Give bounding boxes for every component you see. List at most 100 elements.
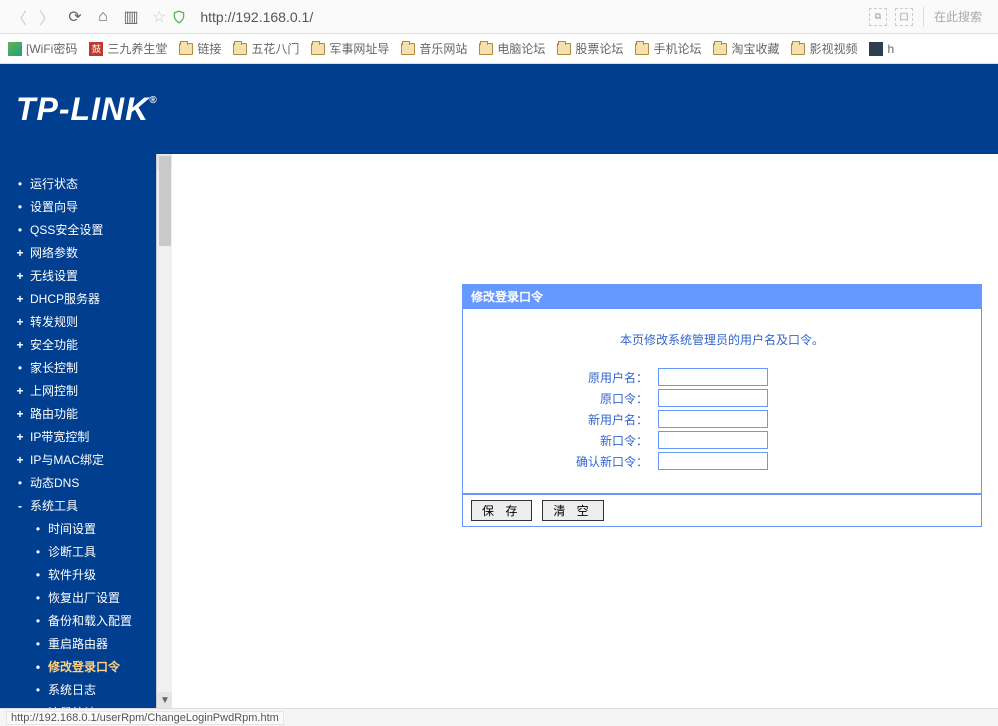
folder-icon <box>233 43 247 55</box>
sidebar-subitem[interactable]: 系统日志 <box>34 678 172 701</box>
dot-icon <box>16 476 24 490</box>
bookmark-item[interactable]: 军事网址导 <box>311 40 389 57</box>
sidebar-subitem-label: 修改登录口令 <box>48 658 120 675</box>
sidebar-scrollbar[interactable]: ▲ ▼ <box>156 154 172 708</box>
sidebar-subitem-label: 恢复出厂设置 <box>48 589 120 606</box>
clear-button[interactable]: 清 空 <box>542 500 603 521</box>
scroll-thumb[interactable] <box>159 156 171 246</box>
sidebar-item[interactable]: 动态DNS <box>16 471 172 494</box>
sidebar-item-label: QSS安全设置 <box>30 221 103 238</box>
sidebar-item[interactable]: 运行状态 <box>16 172 172 195</box>
forward-button[interactable]: 〉 <box>34 4 60 30</box>
extension-icon-2[interactable]: 囗 <box>895 8 913 26</box>
sidebar-subitem[interactable]: 重启路由器 <box>34 632 172 655</box>
bookmark-label: 军事网址导 <box>329 40 389 57</box>
sidebar-item[interactable]: +IP与MAC绑定 <box>16 448 172 471</box>
bookmark-item[interactable]: 手机论坛 <box>635 40 701 57</box>
bookmark-item[interactable]: h <box>869 42 894 56</box>
sidebar-item[interactable]: +DHCP服务器 <box>16 287 172 310</box>
dot-icon <box>34 706 42 709</box>
extension-icon-1[interactable]: ⧉ <box>869 8 887 26</box>
header: TP-LINK® <box>0 64 998 154</box>
sidebar-subitem-label: 时间设置 <box>48 520 96 537</box>
bookmark-item[interactable]: [WiFi密码 <box>8 40 77 57</box>
sidebar-item-label: 运行状态 <box>30 175 78 192</box>
sidebar-item[interactable]: +路由功能 <box>16 402 172 425</box>
bookmark-item[interactable]: 音乐网站 <box>401 40 467 57</box>
plus-icon: + <box>16 384 24 398</box>
bookmark-label: 股票论坛 <box>575 40 623 57</box>
dot-icon <box>34 660 42 674</box>
new-username-input[interactable] <box>658 410 768 428</box>
bookmark-item[interactable]: 淘宝收藏 <box>713 40 779 57</box>
sidebar-item[interactable]: 设置向导 <box>16 195 172 218</box>
sidebar-item[interactable]: +上网控制 <box>16 379 172 402</box>
sidebar-item-label: 路由功能 <box>30 405 78 422</box>
bookmark-label: [WiFi密码 <box>26 40 77 57</box>
sidebar-subitem[interactable]: 修改登录口令 <box>34 655 172 678</box>
confirm-password-input[interactable] <box>658 452 768 470</box>
sidebar-subitem[interactable]: 时间设置 <box>34 517 172 540</box>
sidebar-subitem-label: 重启路由器 <box>48 635 108 652</box>
bookmark-label: 三九养生堂 <box>107 40 167 57</box>
sidebar-subitem[interactable]: 恢复出厂设置 <box>34 586 172 609</box>
bookmark-label: 手机论坛 <box>653 40 701 57</box>
plus-icon: + <box>16 338 24 352</box>
sidebar-subitem[interactable]: 诊断工具 <box>34 540 172 563</box>
sidebar-item-label: 网络参数 <box>30 244 78 261</box>
sidebar-item[interactable]: +IP带宽控制 <box>16 425 172 448</box>
url-bar[interactable]: http://192.168.0.1/ <box>200 9 313 25</box>
sidebar-subitem[interactable]: 软件升级 <box>34 563 172 586</box>
sidebar-subitem-label: 流量统计 <box>48 704 96 708</box>
plus-icon: + <box>16 453 24 467</box>
minus-icon: - <box>16 499 24 513</box>
status-bar: http://192.168.0.1/userRpm/ChangeLoginPw… <box>0 708 998 726</box>
sidebar-item[interactable]: 家长控制 <box>16 356 172 379</box>
bookmark-item[interactable]: 股票论坛 <box>557 40 623 57</box>
new-password-label: 新口令： <box>538 432 658 449</box>
sidebar-item[interactable]: +无线设置 <box>16 264 172 287</box>
home-button[interactable]: ⌂ <box>90 4 116 30</box>
sidebar-subitem-label: 备份和载入配置 <box>48 612 132 629</box>
bookmark-item[interactable]: 链接 <box>179 40 221 57</box>
sidebar-item[interactable]: +安全功能 <box>16 333 172 356</box>
folder-icon <box>179 43 193 55</box>
search-box[interactable]: 在此搜索 <box>934 8 982 25</box>
panel-title: 修改登录口令 <box>462 284 982 309</box>
confirm-password-label: 确认新口令： <box>538 453 658 470</box>
logo: TP-LINK® <box>16 91 158 128</box>
folder-icon <box>791 43 805 55</box>
bookmark-item[interactable]: 电脑论坛 <box>479 40 545 57</box>
dot-icon <box>16 223 24 237</box>
bookmark-label: 淘宝收藏 <box>731 40 779 57</box>
shield-icon[interactable] <box>172 10 186 24</box>
status-text: http://192.168.0.1/userRpm/ChangeLoginPw… <box>6 711 284 725</box>
reload-button[interactable]: ⟳ <box>62 4 88 30</box>
old-username-input[interactable] <box>658 368 768 386</box>
bookmark-item[interactable]: 五花八门 <box>233 40 299 57</box>
back-button[interactable]: 〈 <box>6 4 32 30</box>
sidebar-subitem-label: 诊断工具 <box>48 543 96 560</box>
sidebar-item[interactable]: +网络参数 <box>16 241 172 264</box>
sidebar-item-label: 系统工具 <box>30 497 78 514</box>
sidebar-item[interactable]: -系统工具 <box>16 494 172 517</box>
bookmark-item[interactable]: 鼓三九养生堂 <box>89 40 167 57</box>
new-password-input[interactable] <box>658 431 768 449</box>
sidebar-subitem[interactable]: 备份和载入配置 <box>34 609 172 632</box>
scroll-down-arrow[interactable]: ▼ <box>157 692 172 708</box>
favicon-icon <box>8 42 22 56</box>
bookmark-item[interactable]: 影视视频 <box>791 40 857 57</box>
save-button[interactable]: 保 存 <box>471 500 532 521</box>
bookmark-label: 链接 <box>197 40 221 57</box>
bookmark-star-icon[interactable]: ☆ <box>152 7 166 27</box>
bookmark-label: 影视视频 <box>809 40 857 57</box>
old-password-input[interactable] <box>658 389 768 407</box>
sidebar-item[interactable]: +转发规则 <box>16 310 172 333</box>
bookmarks-bar: [WiFi密码 鼓三九养生堂 链接 五花八门 军事网址导 音乐网站 电脑论坛 股… <box>0 34 998 64</box>
dot-icon <box>34 683 42 697</box>
dot-icon <box>16 200 24 214</box>
sidebar-item[interactable]: QSS安全设置 <box>16 218 172 241</box>
folder-icon <box>713 43 727 55</box>
sidebar-subitem[interactable]: 流量统计 <box>34 701 172 708</box>
sidebar-toggle-button[interactable]: ▥ <box>118 4 144 30</box>
